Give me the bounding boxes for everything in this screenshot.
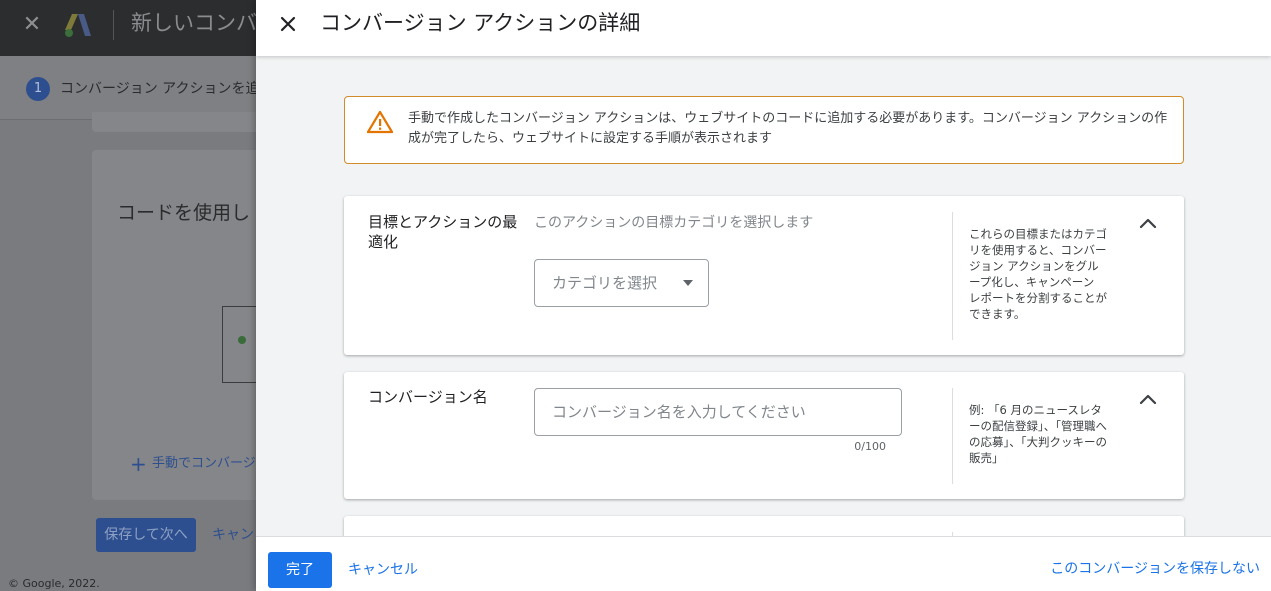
dropdown-arrow-icon bbox=[683, 280, 693, 286]
warning-banner: 手動で作成したコンバージョン アクションは、ウェブサイトのコードに追加する必要が… bbox=[344, 96, 1184, 164]
background-page-title: 新しいコンバ bbox=[131, 11, 257, 35]
goal-section-help: これらの目標またはカテゴリを使用すると、コンバージョン アクションをグループ化し… bbox=[969, 227, 1107, 321]
conversion-name-char-count: 0/100 bbox=[854, 440, 886, 453]
category-select[interactable]: カテゴリを選択 bbox=[534, 259, 709, 307]
drawer-body[interactable]: 手動で作成したコンバージョン アクションは、ウェブサイトのコードに追加する必要が… bbox=[256, 56, 1271, 536]
google-ads-logo-icon bbox=[65, 14, 91, 37]
conversion-name-help: 例: 「6 月のニュースレターの配信登録」、「管理職への応募」、「大判クッキーの… bbox=[969, 403, 1107, 465]
background-add-icon: + bbox=[130, 452, 147, 476]
background-illustration-dot bbox=[238, 336, 246, 344]
dont-save-conversion-button[interactable]: このコンバージョンを保存しない bbox=[1050, 560, 1260, 578]
warning-icon bbox=[367, 110, 393, 134]
collapse-chevron-up-icon[interactable] bbox=[1134, 386, 1162, 414]
collapse-chevron-up-icon[interactable] bbox=[1134, 210, 1162, 238]
background-add-manual-link: 手動でコンバージ bbox=[152, 456, 256, 471]
drawer-header: コンバージョン アクションの詳細 bbox=[256, 0, 1271, 56]
background-step-label: コンバージョン アクションを追 bbox=[60, 81, 260, 97]
background-header-divider bbox=[113, 10, 114, 40]
background-save-button: 保存して次へ bbox=[96, 518, 196, 552]
close-icon[interactable] bbox=[274, 10, 302, 38]
background-close-icon: ✕ bbox=[22, 12, 42, 37]
goal-section-divider bbox=[952, 212, 953, 340]
cancel-button[interactable]: キャンセル bbox=[348, 561, 418, 579]
goal-section: 目標とアクションの最適化 このアクションの目標カテゴリを選択します カテゴリを選… bbox=[344, 196, 1184, 355]
background-card-title: コードを使用し bbox=[117, 202, 251, 224]
drawer-title: コンバージョン アクションの詳細 bbox=[320, 11, 641, 35]
conversion-details-drawer: コンバージョン アクションの詳細 手動で作成したコンバージョン アクションは、ウ… bbox=[256, 0, 1271, 591]
background-step-number: 1 bbox=[26, 77, 50, 101]
conversion-name-label: コンバージョン名 bbox=[368, 388, 488, 406]
conversion-name-input[interactable] bbox=[534, 388, 902, 436]
copyright-text: © Google, 2022. bbox=[8, 577, 100, 590]
drawer-footer: 完了 キャンセル このコンバージョンを保存しない bbox=[256, 536, 1271, 591]
next-section-partial bbox=[344, 516, 1184, 536]
warning-text: 手動で作成したコンバージョン アクションは、ウェブサイトのコードに追加する必要が… bbox=[408, 111, 1168, 146]
done-button[interactable]: 完了 bbox=[268, 552, 332, 588]
category-select-placeholder: カテゴリを選択 bbox=[552, 274, 658, 292]
conversion-name-divider bbox=[952, 388, 953, 484]
goal-section-subtitle: このアクションの目標カテゴリを選択します bbox=[534, 215, 814, 231]
background-cancel-link: キャン bbox=[212, 527, 254, 543]
conversion-name-section: コンバージョン名 0/100 例: 「6 月のニュースレターの配信登録」、「管理… bbox=[344, 372, 1184, 499]
goal-section-label: 目標とアクションの最適化 bbox=[368, 213, 518, 251]
